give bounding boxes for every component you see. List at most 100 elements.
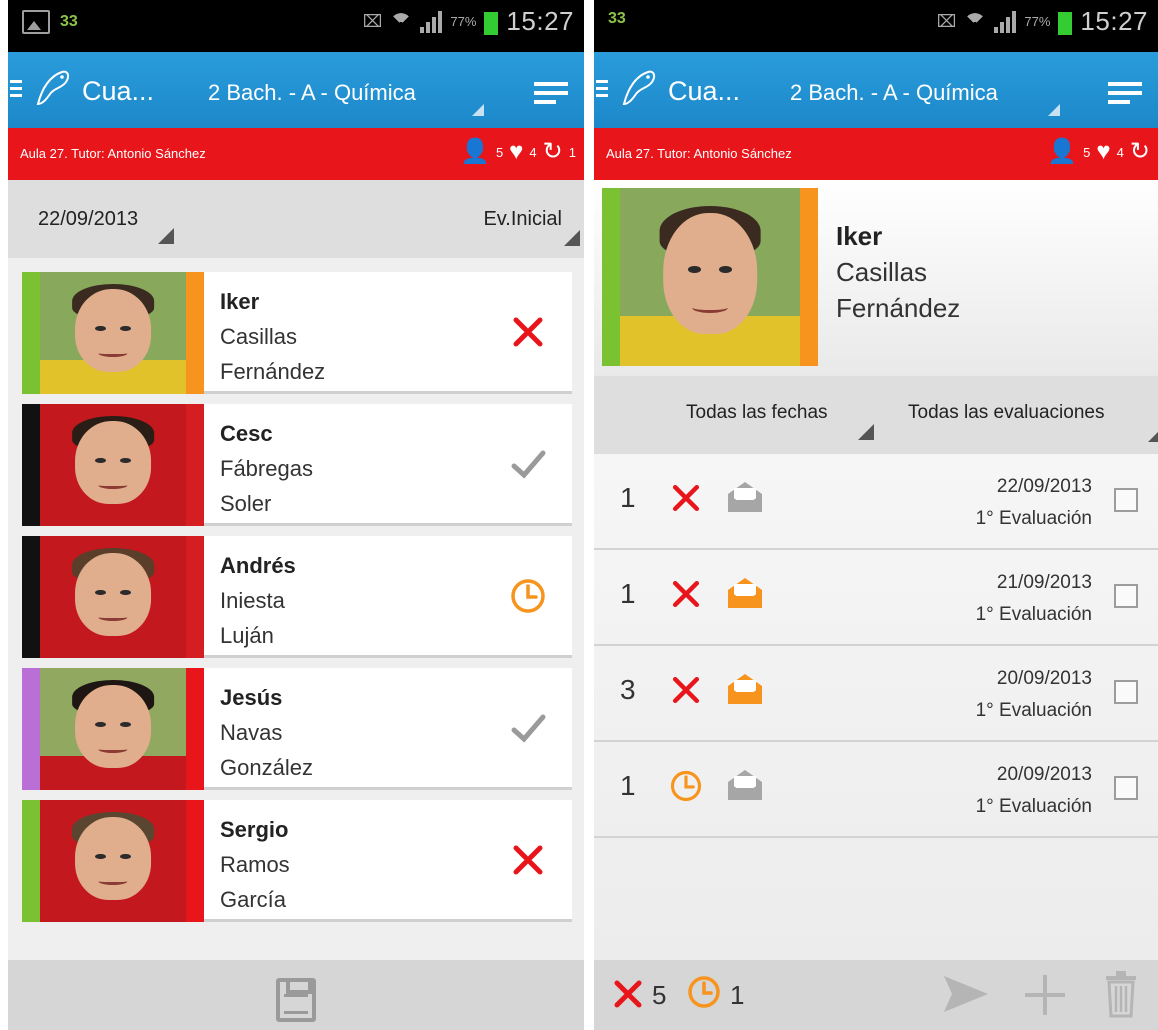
class-dropdown-icon[interactable] bbox=[1048, 104, 1060, 116]
sort-icon[interactable] bbox=[1108, 82, 1142, 109]
save-icon[interactable] bbox=[276, 978, 316, 1022]
student-photo bbox=[40, 668, 186, 790]
status-stripe bbox=[602, 188, 620, 366]
student-card[interactable]: Iker Casillas Fernández bbox=[22, 272, 572, 394]
class-selector[interactable]: 2 Bach. - A - Química bbox=[790, 80, 998, 106]
status-stripe bbox=[186, 800, 204, 922]
student-card[interactable]: Jesús Navas González bbox=[22, 668, 572, 790]
battery-icon bbox=[484, 8, 499, 35]
envelope-icon[interactable] bbox=[726, 480, 764, 514]
status-stripe bbox=[22, 668, 40, 790]
record-count: 1 bbox=[620, 770, 636, 801]
record-count: 1 bbox=[620, 482, 636, 513]
battery-icon bbox=[1058, 8, 1073, 35]
record-date: 20/09/2013 bbox=[996, 668, 1092, 689]
absent-status-icon bbox=[668, 576, 704, 612]
detail-toolbar: 5 1 bbox=[594, 960, 1158, 1030]
student-first-name: Andrés bbox=[220, 553, 296, 578]
add-icon[interactable] bbox=[1022, 972, 1068, 1018]
save-bar bbox=[8, 960, 584, 1030]
sort-icon[interactable] bbox=[534, 82, 568, 109]
app-logo-icon[interactable] bbox=[618, 66, 660, 108]
notification-badge: 33 bbox=[608, 10, 626, 27]
gallery-notification-icon bbox=[22, 10, 50, 34]
record-checkbox[interactable] bbox=[1114, 776, 1138, 800]
absent-status-icon[interactable] bbox=[508, 312, 548, 352]
status-stripe bbox=[186, 536, 204, 658]
vibrate-icon: ⌧ bbox=[362, 11, 383, 31]
record-evaluation: 1° Evaluación bbox=[975, 604, 1092, 625]
app-logo-icon[interactable] bbox=[32, 66, 74, 108]
student-photo bbox=[40, 272, 186, 394]
absent-icon bbox=[614, 980, 642, 1008]
absent-status-icon bbox=[668, 672, 704, 708]
record-checkbox[interactable] bbox=[1114, 584, 1138, 608]
status-stripe bbox=[22, 272, 40, 394]
student-detail-screen: 33 ⌧ 77% 15:27 Cua... 2 Bach. - A - Quím… bbox=[594, 0, 1158, 1030]
class-selector[interactable]: 2 Bach. - A - Química bbox=[208, 80, 416, 106]
absent-status-icon[interactable] bbox=[508, 840, 548, 880]
student-header: Iker Casillas Fernández bbox=[594, 180, 1158, 376]
late-status-icon[interactable] bbox=[508, 576, 548, 616]
app-title: Cua... bbox=[82, 76, 155, 106]
student-card[interactable]: Cesc Fábregas Soler bbox=[22, 404, 572, 526]
student-last-name: Navas bbox=[220, 720, 283, 745]
student-second-last-name: Luján bbox=[220, 623, 274, 648]
drawer-menu-icon[interactable] bbox=[10, 80, 22, 101]
status-stripe bbox=[22, 536, 40, 658]
student-photo bbox=[40, 800, 186, 922]
refresh-icon[interactable]: ↻ bbox=[1130, 140, 1150, 164]
status-stripe bbox=[186, 668, 204, 790]
evaluations-dropdown-icon[interactable] bbox=[1148, 426, 1158, 442]
present-status-icon[interactable] bbox=[508, 708, 548, 748]
class-dropdown-icon[interactable] bbox=[472, 104, 484, 116]
class-info-text: Aula 27. Tutor: Antonio Sánchez bbox=[606, 146, 792, 161]
status-stripe bbox=[186, 272, 204, 394]
drawer-menu-icon[interactable] bbox=[596, 80, 608, 101]
notified-envelope-icon[interactable] bbox=[726, 672, 764, 706]
status-stripe bbox=[800, 188, 818, 366]
record-row[interactable]: 1 21/09/2013 1° Evaluación bbox=[594, 550, 1158, 646]
student-second-last-name: Fernández bbox=[836, 293, 961, 323]
action-bar: Cua... 2 Bach. - A - Química bbox=[594, 52, 1158, 128]
students-icon: 👤 bbox=[460, 138, 490, 165]
dates-selector[interactable]: Todas las fechas bbox=[686, 402, 828, 424]
student-second-last-name: Soler bbox=[220, 491, 272, 516]
envelope-icon[interactable] bbox=[726, 768, 764, 802]
wifi-icon bbox=[964, 11, 986, 33]
signal-icon bbox=[994, 10, 1017, 33]
refresh-icon[interactable]: ↻ bbox=[543, 140, 563, 164]
refresh-count: 1 bbox=[568, 144, 576, 160]
evaluation-dropdown-icon[interactable] bbox=[564, 230, 580, 246]
dates-dropdown-icon[interactable] bbox=[858, 424, 874, 440]
student-card[interactable]: Sergio Ramos García bbox=[22, 800, 572, 922]
record-row[interactable]: 3 20/09/2013 1° Evaluación bbox=[594, 646, 1158, 742]
student-last-name: Ramos bbox=[220, 852, 290, 877]
record-evaluation: 1° Evaluación bbox=[975, 508, 1092, 529]
record-checkbox[interactable] bbox=[1114, 680, 1138, 704]
vibrate-icon: ⌧ bbox=[936, 11, 957, 31]
evaluations-selector[interactable]: Todas las evaluaciones bbox=[908, 402, 1104, 424]
late-icon bbox=[688, 976, 720, 1008]
record-row[interactable]: 1 20/09/2013 1° Evaluación bbox=[594, 742, 1158, 838]
present-status-icon[interactable] bbox=[508, 444, 548, 484]
hearts-count: 4 bbox=[529, 144, 537, 160]
student-last-name: Iniesta bbox=[220, 588, 285, 613]
status-stripe bbox=[22, 404, 40, 526]
record-checkbox[interactable] bbox=[1114, 488, 1138, 512]
date-dropdown-icon[interactable] bbox=[158, 228, 174, 244]
absent-status-icon bbox=[668, 480, 704, 516]
student-card[interactable]: Andrés Iniesta Luján bbox=[22, 536, 572, 658]
student-second-last-name: González bbox=[220, 755, 313, 780]
record-row[interactable]: 1 22/09/2013 1° Evaluación bbox=[594, 454, 1158, 550]
student-second-last-name: García bbox=[220, 887, 287, 912]
app-title: Cua... bbox=[668, 76, 741, 106]
send-icon[interactable] bbox=[942, 974, 990, 1014]
clock: 15:27 bbox=[506, 6, 574, 36]
notification-badge: 33 bbox=[60, 13, 78, 30]
delete-icon[interactable] bbox=[1104, 970, 1138, 1018]
attendance-list-screen: 33 ⌧ 77% 15:27 Cua... 2 Bach. - A - Quím… bbox=[8, 0, 584, 1030]
evaluation-selector[interactable]: Ev.Inicial bbox=[483, 208, 562, 231]
date-selector[interactable]: 22/09/2013 bbox=[38, 208, 138, 231]
notified-envelope-icon[interactable] bbox=[726, 576, 764, 610]
